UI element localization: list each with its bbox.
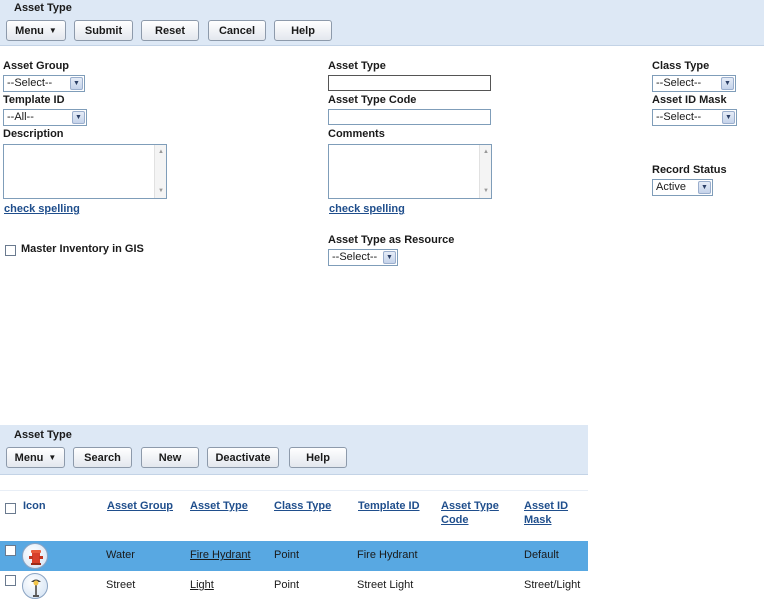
asset-type-code-label: Asset Type Code: [328, 94, 417, 106]
record-status-select[interactable]: Active ▼: [652, 179, 713, 196]
top-toolbar-panel: Asset Type Menu ▼ Submit Reset Cancel He…: [0, 0, 764, 46]
asset-id-mask-select[interactable]: --Select-- ▼: [652, 109, 737, 126]
row-checkbox[interactable]: [5, 545, 16, 556]
column-header-class-type[interactable]: Class Type: [274, 499, 331, 513]
master-inventory-label: Master Inventory in GIS: [21, 243, 144, 255]
chevron-down-icon: ▼: [722, 111, 735, 124]
new-button[interactable]: New: [141, 447, 199, 468]
column-header-asset-type-code[interactable]: Asset Type Code: [441, 499, 499, 527]
column-header-line: Code: [441, 514, 469, 526]
cell-asset-type-link[interactable]: Light: [190, 579, 214, 591]
description-textarea[interactable]: ▲ ▼: [3, 144, 167, 199]
asset-type-input[interactable]: [328, 75, 491, 91]
menu-button[interactable]: Menu ▼: [6, 447, 65, 468]
chevron-down-icon: ▼: [72, 111, 85, 124]
chevron-down-icon: ▼: [48, 453, 57, 462]
cell-asset-id-mask: Default: [524, 549, 559, 561]
template-id-label: Template ID: [3, 94, 65, 106]
cell-template-id: Street Light: [357, 579, 414, 591]
cell-asset-id-mask: Street/Light: [524, 579, 581, 591]
table-row[interactable]: Street Light Point Street Light Street/L…: [0, 571, 588, 601]
cell-class-type: Point: [274, 579, 300, 591]
street-light-icon: [22, 573, 48, 599]
template-id-select[interactable]: --All-- ▼: [3, 109, 87, 126]
fire-hydrant-icon: [22, 543, 48, 569]
asset-type-resource-value: --Select--: [332, 251, 378, 263]
record-status-label: Record Status: [652, 164, 727, 176]
cancel-button[interactable]: Cancel: [208, 20, 266, 41]
check-spelling-link[interactable]: check spelling: [329, 203, 405, 215]
help-button[interactable]: Help: [274, 20, 332, 41]
select-all-checkbox[interactable]: [5, 503, 16, 514]
chevron-down-icon: ▼: [48, 26, 57, 35]
menu-button-label: Menu: [14, 451, 44, 464]
scroll-down-icon: ▼: [483, 188, 489, 194]
asset-type-code-input[interactable]: [328, 109, 491, 125]
comments-textarea[interactable]: ▲ ▼: [328, 144, 492, 199]
class-type-select[interactable]: --Select-- ▼: [652, 75, 736, 92]
scroll-up-icon: ▲: [483, 149, 489, 155]
class-type-label: Class Type: [652, 60, 710, 72]
asset-group-label: Asset Group: [3, 60, 70, 72]
submit-button[interactable]: Submit: [74, 20, 133, 41]
scroll-up-icon: ▲: [158, 149, 164, 155]
column-header-asset-id-mask[interactable]: Asset ID Mask: [524, 499, 568, 527]
cell-asset-group: Street: [106, 579, 136, 591]
asset-type-label: Asset Type: [328, 60, 386, 72]
column-header-template-id[interactable]: Template ID: [358, 499, 420, 513]
column-header-line: Asset Type: [441, 500, 499, 512]
asset-group-select[interactable]: --Select-- ▼: [3, 75, 85, 92]
cell-asset-group: Water: [106, 549, 135, 561]
reset-button[interactable]: Reset: [141, 20, 199, 41]
cell-class-type: Point: [274, 549, 300, 561]
cell-template-id: Fire Hydrant: [357, 549, 418, 561]
record-status-value: Active: [656, 181, 686, 193]
panel-title: Asset Type: [14, 429, 72, 441]
column-header-line: Mask: [524, 514, 552, 526]
row-checkbox[interactable]: [5, 575, 16, 586]
description-label: Description: [3, 128, 64, 140]
chevron-down-icon: ▼: [698, 181, 711, 194]
class-type-value: --Select--: [656, 77, 702, 89]
chevron-down-icon: ▼: [70, 77, 83, 90]
comments-label: Comments: [328, 128, 385, 140]
column-header-asset-type[interactable]: Asset Type: [190, 499, 248, 513]
chevron-down-icon: ▼: [721, 77, 734, 90]
column-header-icon: Icon: [23, 500, 46, 512]
panel-title: Asset Type: [14, 2, 72, 14]
scroll-down-icon: ▼: [158, 188, 164, 194]
check-spelling-link[interactable]: check spelling: [4, 203, 80, 215]
asset-type-resource-label: Asset Type as Resource: [328, 234, 455, 246]
menu-button[interactable]: Menu ▼: [6, 20, 66, 41]
asset-id-mask-label: Asset ID Mask: [652, 94, 727, 106]
help-button[interactable]: Help: [289, 447, 347, 468]
scrollbar[interactable]: ▲ ▼: [479, 145, 491, 198]
asset-id-mask-value: --Select--: [656, 111, 702, 123]
asset-type-resource-select[interactable]: --Select-- ▼: [328, 249, 398, 266]
scrollbar[interactable]: ▲ ▼: [154, 145, 166, 198]
chevron-down-icon: ▼: [383, 251, 396, 264]
search-button[interactable]: Search: [73, 447, 132, 468]
deactivate-button[interactable]: Deactivate: [207, 447, 279, 468]
column-header-asset-group[interactable]: Asset Group: [107, 499, 173, 513]
table-header: Icon Asset Group Asset Type Class Type T…: [0, 490, 588, 540]
column-header-line: Asset ID: [524, 500, 569, 512]
master-inventory-checkbox[interactable]: [5, 245, 16, 256]
asset-group-value: --Select--: [7, 77, 53, 89]
template-id-value: --All--: [7, 111, 34, 123]
cell-asset-type-link[interactable]: Fire Hydrant: [190, 549, 251, 561]
table-row[interactable]: Water Fire Hydrant Point Fire Hydrant De…: [0, 541, 588, 571]
menu-button-label: Menu: [15, 24, 44, 37]
bottom-toolbar-panel: Asset Type Menu ▼ Search New Deactivate …: [0, 425, 588, 475]
